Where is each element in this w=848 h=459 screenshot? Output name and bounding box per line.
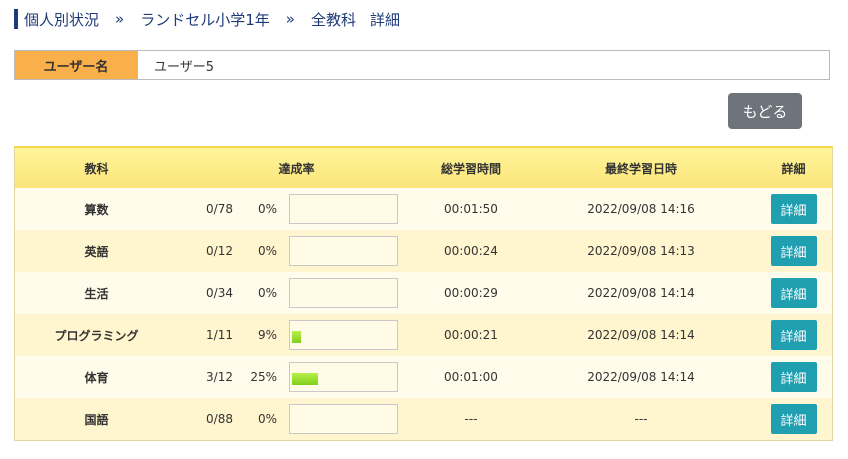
table-row: 体育 3/12 25% 00:01:00 2022/09/08 14:14 詳細 [14,356,833,398]
cell-count: 0/78 [178,188,233,230]
progress-bar [289,236,398,266]
cell-detail: 詳細 [755,314,833,356]
cell-count: 0/88 [178,398,233,441]
cell-subject: 国語 [14,398,178,441]
cell-last-date: 2022/09/08 14:14 [527,272,755,314]
breadcrumb-item-detail: 詳細 [369,10,400,29]
cell-subject: プログラミング [14,314,178,356]
cell-total-time: 00:00:29 [415,272,527,314]
progress-fill [292,373,318,385]
user-name-row: ユーザー名 ユーザー5 [14,50,830,80]
user-name-label: ユーザー名 [15,51,138,79]
cell-subject: 体育 [14,356,178,398]
detail-button[interactable]: 詳細 [770,320,817,350]
breadcrumb-separator: » [285,10,295,28]
progress-bar [289,320,398,350]
cell-detail: 詳細 [755,398,833,441]
cell-last-date: --- [527,398,755,441]
header-rate: 達成率 [178,146,415,188]
breadcrumb-item-class[interactable]: ランドセル小学1年 [140,9,270,30]
cell-total-time: 00:01:50 [415,188,527,230]
progress-bar [289,362,398,392]
cell-percent: 0% [233,272,277,314]
cell-last-date: 2022/09/08 14:14 [527,314,755,356]
cell-percent: 0% [233,398,277,441]
detail-button[interactable]: 詳細 [770,404,817,434]
cell-last-date: 2022/09/08 14:13 [527,230,755,272]
cell-percent: 9% [233,314,277,356]
cell-progress [277,398,415,441]
table-row: 算数 0/78 0% 00:01:50 2022/09/08 14:16 詳細 [14,188,833,230]
cell-total-time: 00:01:00 [415,356,527,398]
cell-total-time: 00:00:24 [415,230,527,272]
detail-button[interactable]: 詳細 [770,278,817,308]
cell-count: 0/34 [178,272,233,314]
table-header-row: 教科 達成率 総学習時間 最終学習日時 詳細 [14,146,833,188]
cell-count: 1/11 [178,314,233,356]
breadcrumb-item-individual[interactable]: 個人別状況 [24,9,99,30]
user-name-value: ユーザー5 [154,59,215,75]
table-row: プログラミング 1/11 9% 00:00:21 2022/09/08 14:14 詳細 [14,314,833,356]
cell-last-date: 2022/09/08 14:16 [527,188,755,230]
cell-percent: 25% [233,356,277,398]
breadcrumb-item-all-subjects[interactable]: 全教科 [311,9,356,30]
progress-fill [292,331,301,343]
detail-button[interactable]: 詳細 [770,236,817,266]
detail-button[interactable]: 詳細 [770,194,817,224]
cell-percent: 0% [233,230,277,272]
breadcrumb: 個人別状況 » ランドセル小学1年 » 全教科 詳細 [14,8,400,30]
cell-subject: 英語 [14,230,178,272]
cell-detail: 詳細 [755,272,833,314]
header-total-time: 総学習時間 [415,146,527,188]
subject-progress-table: 教科 達成率 総学習時間 最終学習日時 詳細 算数 0/78 0% 00:01:50 2… [14,146,833,441]
cell-progress [277,356,415,398]
breadcrumb-separator: » [115,10,125,28]
breadcrumb-marker [14,9,18,29]
table-row: 国語 0/88 0% --- --- 詳細 [14,398,833,441]
cell-subject: 算数 [14,188,178,230]
progress-bar [289,194,398,224]
cell-total-time: 00:00:21 [415,314,527,356]
back-button[interactable]: もどる [728,93,802,129]
cell-detail: 詳細 [755,230,833,272]
progress-bar [289,278,398,308]
cell-progress [277,314,415,356]
cell-last-date: 2022/09/08 14:14 [527,356,755,398]
header-detail: 詳細 [755,146,833,188]
cell-total-time: --- [415,398,527,441]
cell-progress [277,272,415,314]
header-subject: 教科 [14,146,178,188]
cell-detail: 詳細 [755,356,833,398]
cell-progress [277,188,415,230]
cell-subject: 生活 [14,272,178,314]
table-row: 生活 0/34 0% 00:00:29 2022/09/08 14:14 詳細 [14,272,833,314]
table-row: 英語 0/12 0% 00:00:24 2022/09/08 14:13 詳細 [14,230,833,272]
header-last-date: 最終学習日時 [527,146,755,188]
cell-count: 0/12 [178,230,233,272]
cell-percent: 0% [233,188,277,230]
cell-count: 3/12 [178,356,233,398]
cell-detail: 詳細 [755,188,833,230]
detail-button[interactable]: 詳細 [770,362,817,392]
cell-progress [277,230,415,272]
progress-bar [289,404,398,434]
